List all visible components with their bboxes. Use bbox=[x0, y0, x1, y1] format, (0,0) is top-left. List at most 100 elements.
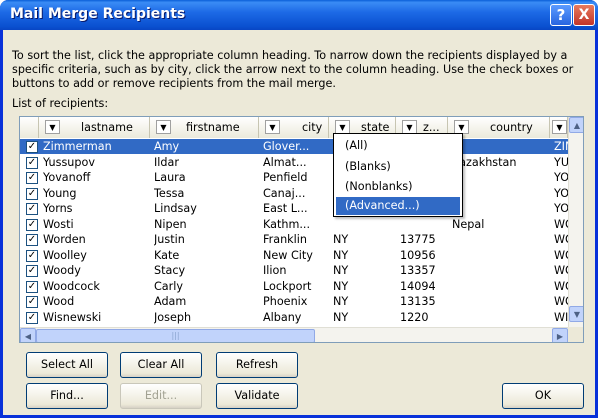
column-header-lastname[interactable]: ▼ lastname bbox=[39, 117, 150, 138]
cell-country bbox=[452, 201, 548, 216]
cell-country: Kazakhstan bbox=[452, 155, 517, 169]
column-header-country[interactable]: ▼ country bbox=[448, 117, 550, 138]
horizontal-scrollbar[interactable]: ◀ ||| ▶ bbox=[20, 327, 568, 342]
cell-firstname: Adam bbox=[154, 295, 187, 308]
cell-lastname: Woody bbox=[43, 264, 81, 277]
table-row[interactable]: ✓ Yussupov Ildar Almat... Kazakhstan YUS bbox=[20, 155, 568, 170]
cell-extra: WOO bbox=[554, 295, 568, 308]
cell-zip bbox=[400, 217, 446, 232]
table-row[interactable]: ✓ Yorns Lindsay East L... YOR bbox=[20, 201, 568, 216]
cell-country bbox=[452, 170, 548, 185]
cell-zip: 13775 bbox=[400, 233, 436, 246]
dropdown-arrow-icon[interactable]: ▼ bbox=[335, 120, 350, 134]
include-checkbox[interactable]: ✓ bbox=[26, 141, 38, 153]
include-checkbox[interactable]: ✓ bbox=[26, 311, 38, 324]
close-button[interactable]: X bbox=[573, 4, 595, 26]
filter-option-all[interactable]: (All) bbox=[336, 137, 460, 155]
filter-option-nonblanks[interactable]: (Nonblanks) bbox=[336, 178, 460, 196]
include-checkbox[interactable]: ✓ bbox=[26, 249, 38, 262]
cell-lastname: Woodcock bbox=[43, 279, 100, 293]
cell-lastname: Young bbox=[43, 186, 77, 200]
edit-button[interactable]: Edit... bbox=[120, 383, 202, 409]
cell-lastname: Yovanoff bbox=[43, 171, 91, 184]
cell-state: NY bbox=[333, 295, 349, 308]
scroll-thumb[interactable]: ||| bbox=[36, 329, 315, 342]
cell-extra: YOR bbox=[554, 202, 568, 215]
cell-country bbox=[452, 279, 548, 294]
refresh-button[interactable]: Refresh bbox=[216, 352, 298, 378]
list-label: List of recipients: bbox=[12, 97, 109, 110]
cell-city: Glover... bbox=[263, 140, 310, 153]
table-row[interactable]: ✓ Worden Justin Franklin NY 13775 WOF bbox=[20, 232, 568, 247]
include-checkbox[interactable]: ✓ bbox=[26, 296, 38, 308]
table-row[interactable]: ✓ Woolley Kate New City NY 10956 WOO bbox=[20, 248, 568, 263]
include-checkbox[interactable]: ✓ bbox=[26, 156, 38, 169]
table-row[interactable]: ✓ Wisnewski Joseph Albany NY 1220 WIS bbox=[20, 310, 568, 325]
cell-country bbox=[452, 232, 548, 247]
column-header-city[interactable]: ▼ city bbox=[259, 117, 329, 138]
include-checkbox[interactable]: ✓ bbox=[26, 234, 38, 246]
ok-button[interactable]: OK bbox=[502, 383, 584, 409]
cell-city: Almat... bbox=[263, 155, 307, 169]
column-header-row: ▼ lastname ▼ firstname ▼ city ▼ state ▼ … bbox=[20, 117, 583, 138]
cell-zip: 1220 bbox=[400, 310, 429, 324]
scroll-down-icon[interactable]: ▼ bbox=[569, 306, 583, 322]
recipients-list[interactable]: ▼ lastname ▼ firstname ▼ city ▼ state ▼ … bbox=[19, 116, 584, 343]
table-row[interactable]: ✓ Wood Adam Phoenix NY 13135 WOO bbox=[20, 294, 568, 309]
select-all-button[interactable]: Select All bbox=[26, 352, 108, 378]
dialog-title: Mail Merge Recipients bbox=[10, 6, 186, 22]
validate-button[interactable]: Validate bbox=[216, 383, 298, 409]
cell-city: Kathm... bbox=[263, 217, 311, 231]
scroll-right-icon[interactable]: ▶ bbox=[552, 328, 568, 342]
table-row[interactable]: ✓ Young Tessa Canaj... YOU bbox=[20, 186, 568, 201]
cell-zip: 13357 bbox=[400, 264, 436, 277]
table-row[interactable]: ✓ Woody Stacy Ilion NY 13357 WOO bbox=[20, 263, 568, 278]
instructions-text: To sort the list, click the appropriate … bbox=[12, 49, 574, 90]
cell-extra: YUS bbox=[554, 155, 568, 169]
cell-extra: YOV bbox=[554, 171, 568, 184]
cell-state: NY bbox=[333, 248, 349, 262]
include-checkbox[interactable]: ✓ bbox=[26, 265, 38, 277]
title-bar[interactable]: Mail Merge Recipients ? X bbox=[0, 0, 598, 30]
include-checkbox[interactable]: ✓ bbox=[26, 218, 38, 231]
help-button[interactable]: ? bbox=[550, 4, 572, 26]
dropdown-arrow-icon[interactable]: ▼ bbox=[45, 120, 60, 134]
dropdown-arrow-icon[interactable]: ▼ bbox=[454, 120, 469, 134]
vertical-scrollbar[interactable]: ▲ ▼ bbox=[568, 117, 583, 327]
include-checkbox[interactable]: ✓ bbox=[26, 172, 38, 184]
cell-state bbox=[333, 217, 394, 232]
cell-firstname: Stacy bbox=[154, 264, 186, 277]
dropdown-arrow-icon[interactable]: ▼ bbox=[552, 120, 567, 134]
cell-city: Phoenix bbox=[263, 295, 308, 308]
table-row[interactable]: ✓ Woodcock Carly Lockport NY 14094 WOO bbox=[20, 279, 568, 294]
filter-option-advanced[interactable]: (Advanced...) bbox=[336, 197, 460, 215]
scroll-left-icon[interactable]: ◀ bbox=[20, 328, 36, 342]
clear-all-button[interactable]: Clear All bbox=[120, 352, 202, 378]
filter-option-blanks[interactable]: (Blanks) bbox=[336, 158, 460, 176]
column-header-firstname[interactable]: ▼ firstname bbox=[150, 117, 259, 138]
table-row[interactable]: ✓ Zimmerman Amy Glover... ZIM bbox=[20, 139, 568, 154]
include-checkbox[interactable]: ✓ bbox=[26, 280, 38, 293]
dropdown-arrow-icon[interactable]: ▼ bbox=[402, 120, 417, 134]
cell-lastname: Yussupov bbox=[43, 155, 95, 169]
column-header-extra[interactable]: ▼ bbox=[550, 117, 568, 138]
cell-extra: WOF bbox=[554, 233, 568, 246]
dropdown-arrow-icon[interactable]: ▼ bbox=[156, 120, 171, 134]
cell-extra: WIS bbox=[554, 310, 568, 324]
find-button[interactable]: Find... bbox=[26, 383, 108, 409]
cell-firstname: Kate bbox=[154, 248, 180, 262]
scrollbar-corner bbox=[568, 327, 583, 342]
dropdown-arrow-icon[interactable]: ▼ bbox=[265, 120, 280, 134]
scroll-up-icon[interactable]: ▲ bbox=[569, 117, 583, 133]
include-checkbox[interactable]: ✓ bbox=[26, 203, 38, 215]
cell-state: NY bbox=[333, 279, 349, 293]
state-filter-menu[interactable]: (All) (Blanks) (Nonblanks) (Advanced...) bbox=[333, 133, 463, 217]
table-row[interactable]: ✓ Yovanoff Laura Penfield YOV bbox=[20, 170, 568, 185]
cell-zip: 14094 bbox=[400, 279, 436, 293]
table-row[interactable]: ✓ Wosti Nipen Kathm... Nepal WOS bbox=[20, 217, 568, 232]
cell-extra: WOO bbox=[554, 279, 568, 293]
cell-city: Lockport bbox=[263, 279, 312, 293]
include-checkbox[interactable]: ✓ bbox=[26, 187, 38, 200]
cell-country bbox=[452, 248, 548, 263]
cell-extra: ZIM bbox=[554, 140, 568, 153]
